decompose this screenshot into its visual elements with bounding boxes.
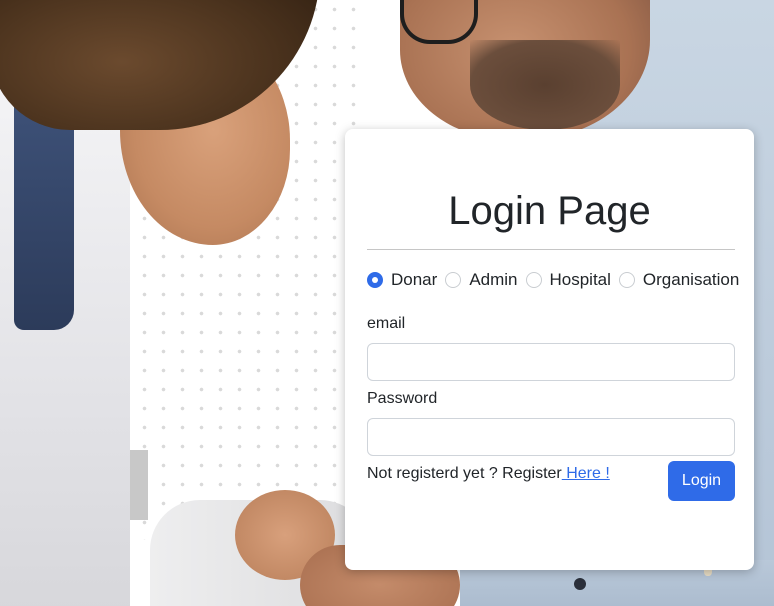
role-option-donar[interactable]: Donar [367,270,437,290]
radio-hospital[interactable] [525,272,542,288]
register-link[interactable]: Here ! [562,465,610,482]
role-option-admin[interactable]: Admin [445,270,518,290]
register-text: Not registerd yet ? Register [367,465,562,482]
email-label: email [367,315,406,332]
role-option-hospital[interactable]: Hospital [525,270,611,290]
role-label-donar: Donar [391,270,438,289]
login-card: Login Page Donar Admin Hospital Organisa… [345,129,754,570]
role-label-admin: Admin [469,270,518,289]
login-button[interactable]: Login [668,461,735,501]
man-beard [470,40,620,130]
password-field[interactable] [367,418,735,456]
glasses [400,0,478,44]
radio-donar[interactable] [367,272,383,288]
register-prompt: Not registerd yet ? Register Here ! [367,465,610,483]
shirt-button [574,578,586,590]
radio-admin[interactable] [445,272,462,288]
role-label-hospital: Hospital [549,270,611,289]
password-label: Password [367,390,438,407]
role-label-organisation: Organisation [642,270,740,289]
email-field[interactable] [367,343,735,381]
role-option-organisation[interactable]: Organisation [618,270,740,290]
page-title: Login Page [448,189,651,233]
divider [367,249,735,250]
radio-organisation[interactable] [618,272,635,288]
role-radio-group: Donar Admin Hospital Organisation [367,270,739,290]
